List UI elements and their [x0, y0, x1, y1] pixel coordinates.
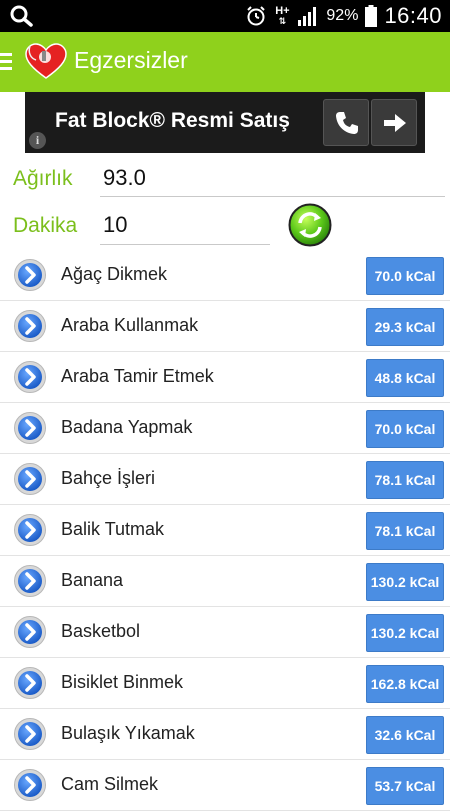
- chevron-right-icon[interactable]: [13, 564, 47, 598]
- info-icon[interactable]: i: [29, 132, 46, 149]
- weight-value: 93.0: [103, 165, 146, 190]
- list-item[interactable]: Banana 130.2 kCal: [0, 556, 450, 607]
- calorie-badge: 53.7 kCal: [366, 767, 444, 805]
- list-item[interactable]: Bahçe İşleri 78.1 kCal: [0, 454, 450, 505]
- phone-icon: [336, 112, 358, 134]
- arrow-right-icon: [384, 114, 406, 132]
- calorie-badge: 29.3 kCal: [366, 308, 444, 346]
- status-bar: H+ ⇅ 92% 16:40: [0, 0, 450, 32]
- clock: 16:40: [384, 3, 442, 28]
- minutes-value: 10: [103, 212, 128, 237]
- battery-percent: 92%: [326, 7, 359, 24]
- calorie-badge: 130.2 kCal: [366, 614, 444, 652]
- exercise-name: Araba Tamir Etmek: [61, 366, 214, 386]
- weight-input[interactable]: 93.0: [100, 165, 445, 197]
- alarm-icon: [247, 6, 266, 26]
- exercise-name: Balik Tutmak: [61, 519, 165, 539]
- chevron-right-icon[interactable]: [13, 768, 47, 802]
- list-item[interactable]: Balik Tutmak 78.1 kCal: [0, 505, 450, 556]
- exercise-name: Badana Yapmak: [61, 417, 193, 437]
- exercise-name: Araba Kullanmak: [61, 315, 199, 335]
- list-item[interactable]: Cam Silmek 53.7 kCal: [0, 760, 450, 811]
- exercise-name: Bahçe İşleri: [61, 468, 156, 488]
- exercise-name: Basketbol: [61, 621, 141, 641]
- chevron-right-icon[interactable]: [13, 513, 47, 547]
- action-bar: Egzersizler: [0, 32, 450, 92]
- exercise-list: Ağaç Dikmek 70.0 kCal Araba Kullanmak 29.3 …: [0, 250, 450, 811]
- calorie-badge: 70.0 kCal: [366, 410, 444, 448]
- exercise-name: Ağaç Dikmek: [61, 264, 168, 284]
- calorie-badge: 162.8 kCal: [366, 665, 444, 703]
- chevron-right-icon[interactable]: [13, 360, 47, 394]
- exercise-name: Bisiklet Binmek: [61, 672, 184, 692]
- chevron-right-icon[interactable]: [13, 411, 47, 445]
- calorie-badge: 130.2 kCal: [366, 563, 444, 601]
- battery-icon: [365, 5, 378, 27]
- open-ad-button[interactable]: [371, 99, 417, 146]
- minutes-label: Dakika: [13, 214, 78, 237]
- refresh-button[interactable]: [288, 203, 332, 247]
- list-item[interactable]: Ağaç Dikmek 70.0 kCal: [0, 250, 450, 301]
- signal-icon: [298, 7, 317, 26]
- chevron-right-icon[interactable]: [13, 309, 47, 343]
- exercise-name: Bulaşık Yıkamak: [61, 723, 195, 743]
- ad-banner[interactable]: Fat Block® Resmi Satış i: [25, 92, 425, 153]
- chevron-right-icon[interactable]: [13, 258, 47, 292]
- calorie-badge: 78.1 kCal: [366, 512, 444, 550]
- ad-text[interactable]: Fat Block® Resmi Satış: [55, 109, 290, 133]
- list-item[interactable]: Araba Tamir Etmek 48.8 kCal: [0, 352, 450, 403]
- calorie-badge: 48.8 kCal: [366, 359, 444, 397]
- minutes-input[interactable]: 10: [100, 212, 270, 245]
- chevron-right-icon[interactable]: [13, 462, 47, 496]
- chevron-right-icon[interactable]: [13, 717, 47, 751]
- exercise-name: Banana: [61, 570, 124, 590]
- list-item[interactable]: Araba Kullanmak 29.3 kCal: [0, 301, 450, 352]
- menu-icon[interactable]: [0, 53, 12, 71]
- list-item[interactable]: Basketbol 130.2 kCal: [0, 607, 450, 658]
- calorie-badge: 78.1 kCal: [366, 461, 444, 499]
- call-button[interactable]: [323, 99, 369, 146]
- list-item[interactable]: Bisiklet Binmek 162.8 kCal: [0, 658, 450, 709]
- search-icon[interactable]: [10, 5, 34, 27]
- list-item[interactable]: Badana Yapmak 70.0 kCal: [0, 403, 450, 454]
- app-logo[interactable]: [24, 42, 68, 82]
- chevron-right-icon[interactable]: [13, 666, 47, 700]
- calorie-badge: 70.0 kCal: [366, 257, 444, 295]
- chevron-right-icon[interactable]: [13, 615, 47, 649]
- weight-label: Ağırlık: [13, 167, 73, 190]
- exercise-name: Cam Silmek: [61, 774, 159, 794]
- network-type-icon: H+ ⇅: [275, 5, 290, 27]
- page-title: Egzersizler: [74, 47, 188, 73]
- list-item[interactable]: Bulaşık Yıkamak 32.6 kCal: [0, 709, 450, 760]
- calorie-badge: 32.6 kCal: [366, 716, 444, 754]
